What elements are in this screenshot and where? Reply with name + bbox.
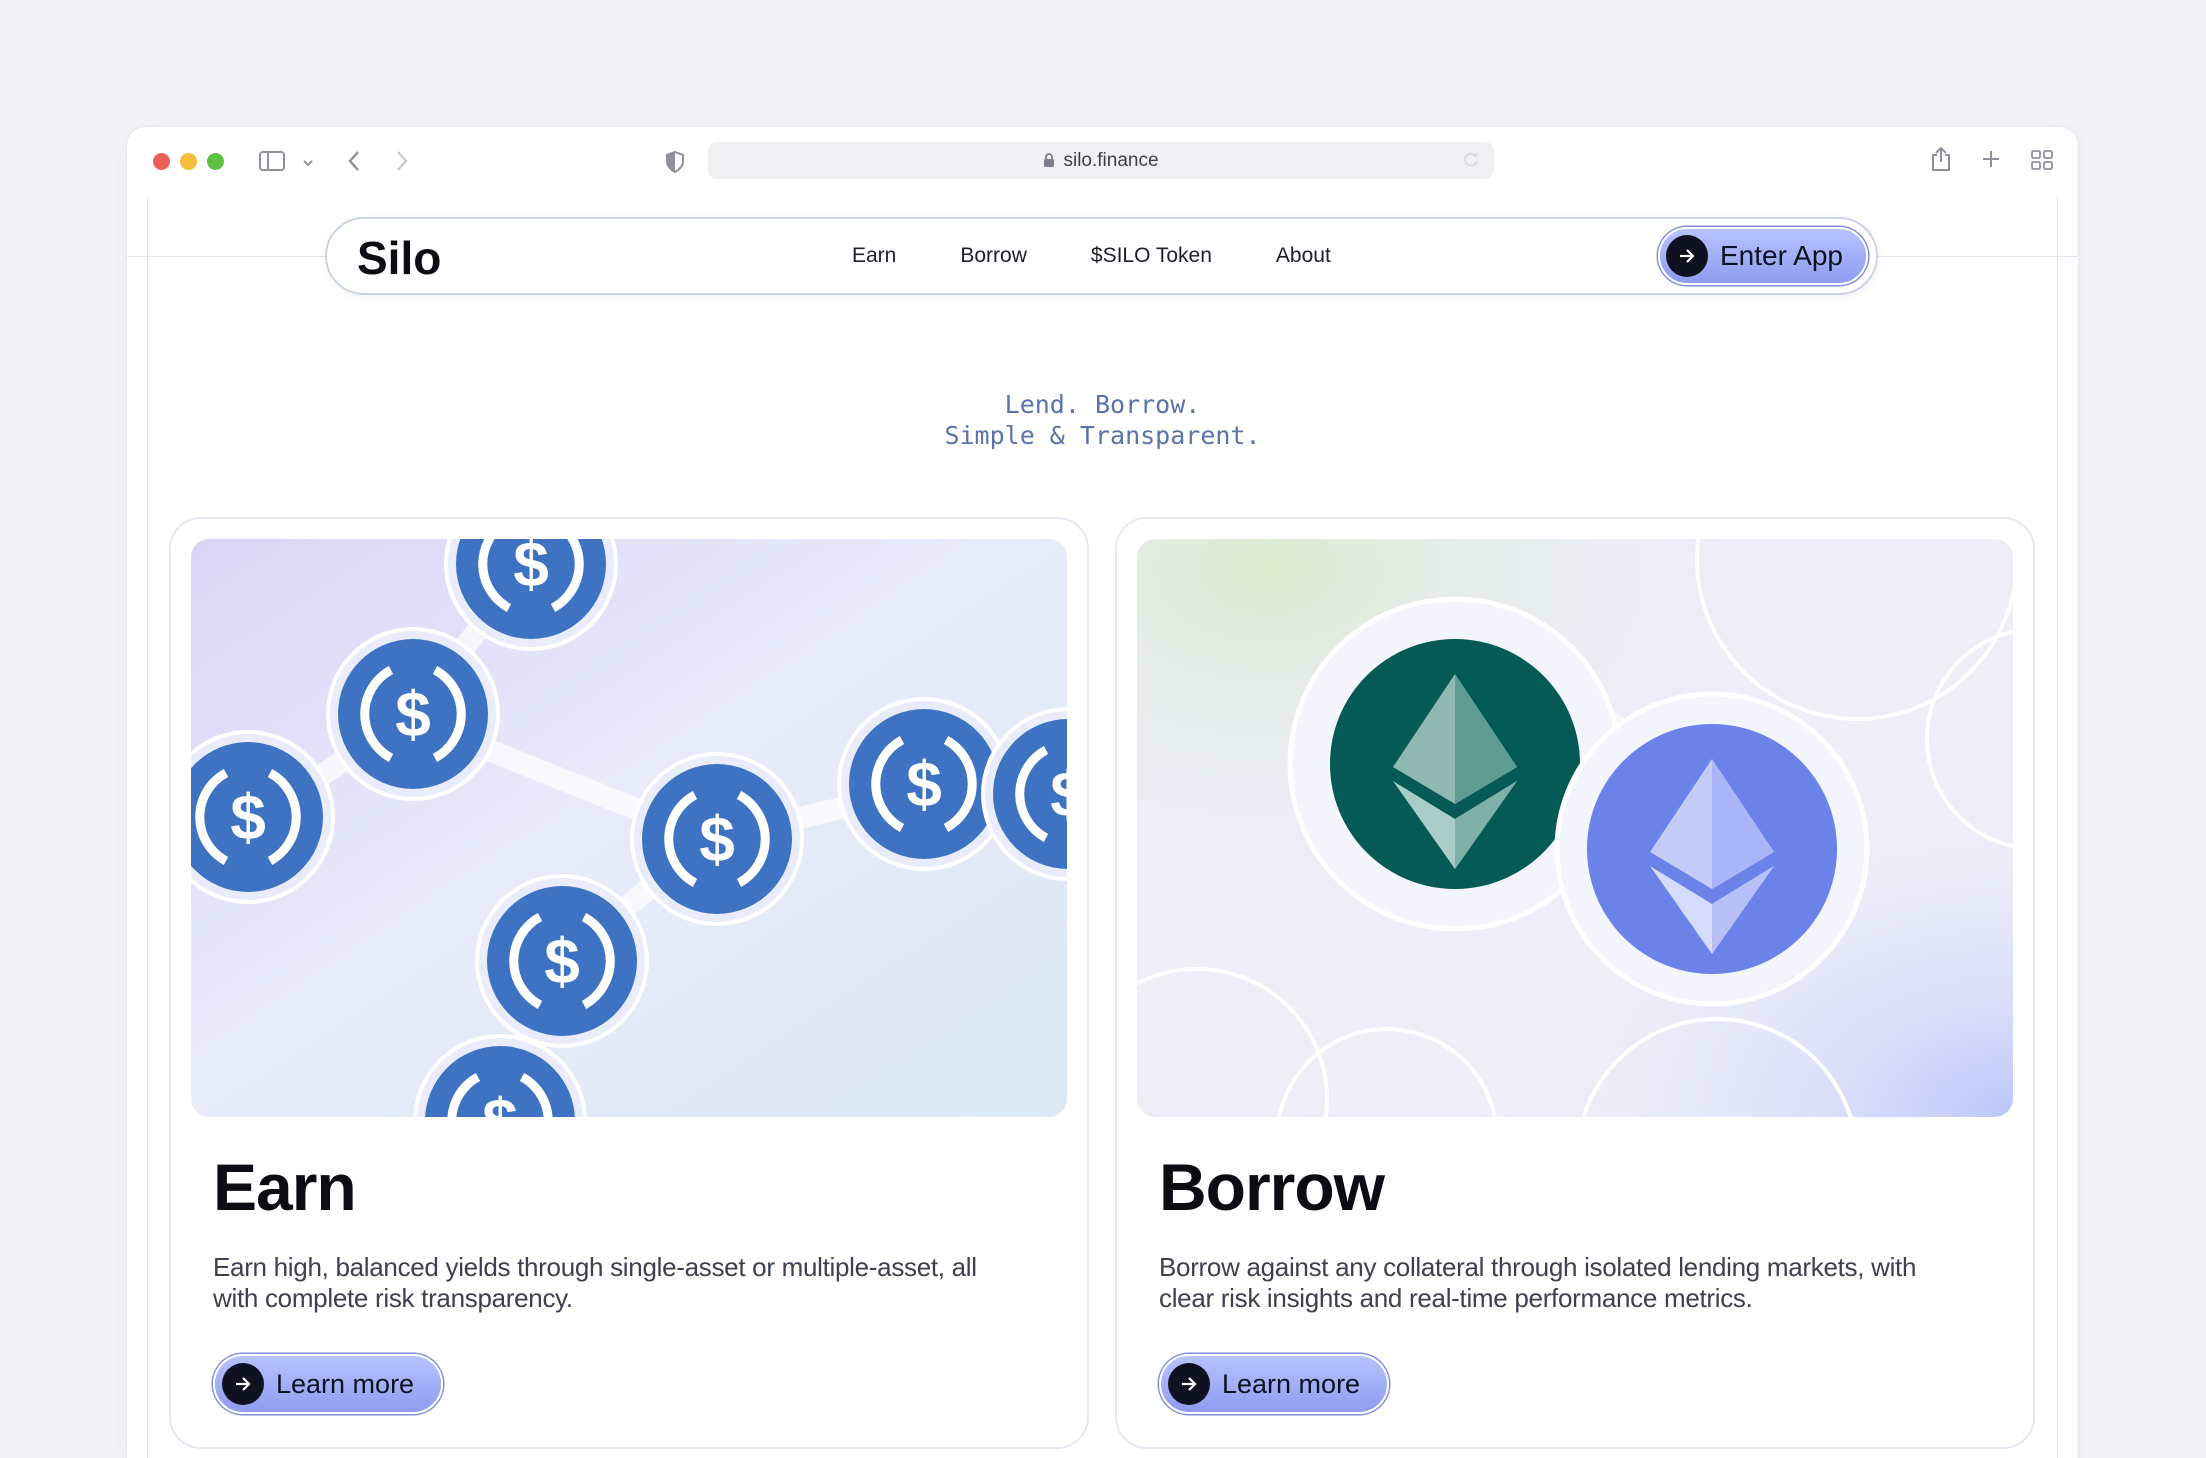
nav-link-silo-token[interactable]: $SILO Token (1091, 244, 1212, 268)
new-tab-plus-icon[interactable] (1981, 149, 2001, 174)
url-text: silo.finance (1063, 149, 1159, 171)
lock-icon (1043, 153, 1055, 168)
earn-title: Earn (213, 1150, 357, 1224)
nav-links: Earn Borrow $SILO Token About (852, 219, 1331, 293)
reload-icon[interactable] (1462, 151, 1480, 175)
arrow-right-icon (1666, 235, 1708, 277)
site-navbar: Silo Earn Borrow $SILO Token About Enter… (325, 217, 1878, 295)
browser-window: silo.finance Silo Earn Borrow $SILO Toke… (127, 127, 2078, 1458)
privacy-shield-icon[interactable] (665, 150, 685, 178)
sidebar-toggle-icon[interactable] (259, 151, 285, 176)
earn-learn-more-button[interactable]: Learn more (213, 1354, 443, 1414)
arrow-right-icon (1168, 1363, 1210, 1405)
close-window-button[interactable] (153, 153, 170, 170)
chevron-down-icon[interactable] (302, 155, 314, 173)
nav-link-about[interactable]: About (1276, 244, 1331, 268)
borrow-card[interactable]: Borrow Borrow against any collateral thr… (1115, 517, 2035, 1449)
hero-tagline: Lend. Borrow. Simple & Transparent. (127, 389, 2078, 451)
forward-arrow-icon[interactable] (395, 149, 409, 178)
nav-link-earn[interactable]: Earn (852, 244, 896, 268)
ethereum-coins-icon (1137, 539, 2013, 1117)
silo-logo-icon: Silo (357, 232, 441, 284)
usdc-coins-illustration: $ (191, 539, 1067, 1117)
learn-more-label: Learn more (1222, 1368, 1361, 1399)
borrow-title: Borrow (1159, 1150, 1385, 1224)
tagline-line-2: Simple & Transparent. (944, 421, 1261, 450)
enter-app-button[interactable]: Enter App (1658, 227, 1868, 285)
nav-link-borrow[interactable]: Borrow (960, 244, 1027, 268)
address-bar[interactable]: silo.finance (708, 142, 1494, 179)
silo-logo[interactable]: Silo (357, 232, 457, 288)
learn-more-label: Learn more (276, 1368, 415, 1399)
enter-app-label: Enter App (1720, 240, 1843, 271)
back-arrow-icon[interactable] (347, 149, 361, 178)
earn-card[interactable]: $ Earn Earn high, balanced yields throug… (169, 517, 1089, 1449)
logo-text: Silo (357, 233, 441, 283)
borrow-learn-more-button[interactable]: Learn more (1159, 1354, 1389, 1414)
borrow-description: Borrow against any collateral through is… (1159, 1252, 1917, 1313)
maximize-window-button[interactable] (207, 153, 224, 170)
arrow-right-icon (222, 1363, 264, 1405)
ethereum-coins-illustration (1137, 539, 2013, 1117)
tab-overview-icon[interactable] (2031, 150, 2053, 175)
minimize-window-button[interactable] (180, 153, 197, 170)
browser-toolbar: silo.finance (127, 127, 2078, 197)
earn-description: Earn high, balanced yields through singl… (213, 1252, 977, 1313)
usdc-coins-icon: $ (191, 539, 1067, 1117)
share-icon[interactable] (1930, 146, 1952, 177)
tagline-line-1: Lend. Borrow. (1004, 390, 1201, 419)
